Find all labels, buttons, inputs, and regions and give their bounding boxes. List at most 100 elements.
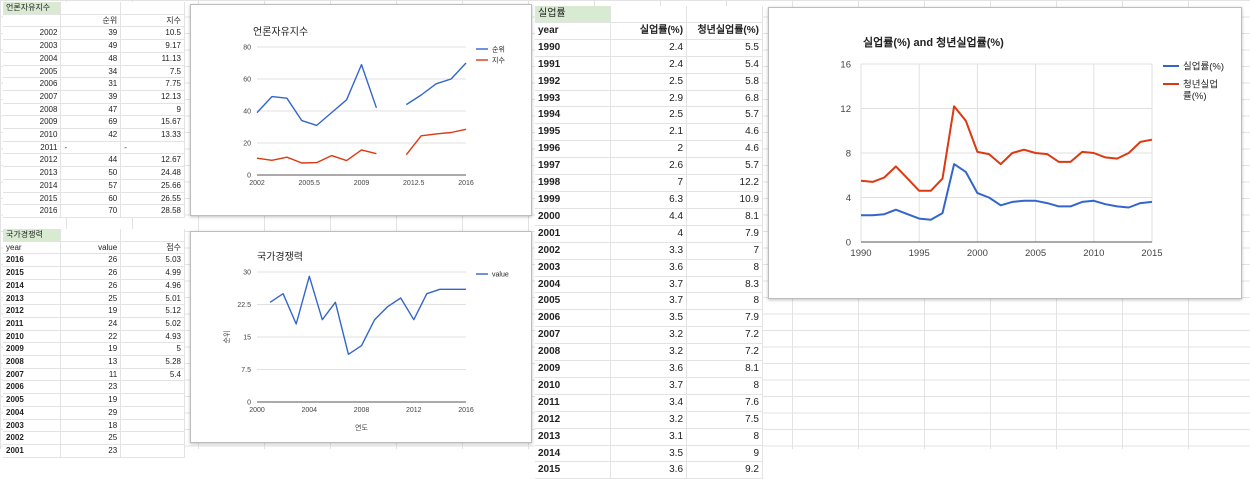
table-cell[interactable]: 25.66 [121, 179, 185, 192]
header-cell[interactable]: 청년실업률(%) [687, 22, 763, 39]
table-cell[interactable] [121, 394, 185, 407]
table-cell[interactable]: 11.13 [121, 52, 185, 65]
table-cell[interactable]: 13.33 [121, 129, 185, 142]
table-cell[interactable]: 1992 [535, 73, 611, 90]
table-cell[interactable]: 48 [61, 52, 121, 65]
table-cell[interactable]: 2.5 [611, 73, 687, 90]
table-cell[interactable]: 7.2 [687, 327, 763, 344]
header-cell[interactable]: year [3, 241, 61, 254]
table-cell[interactable]: 8 [687, 428, 763, 445]
table-cell[interactable]: 2013 [535, 428, 611, 445]
table-cell[interactable]: 19 [61, 305, 121, 318]
table-cell[interactable]: 2.5 [611, 107, 687, 124]
table-cell[interactable]: 2007 [3, 90, 61, 103]
table-cell[interactable]: 5.28 [121, 356, 185, 369]
table-cell[interactable]: 5.02 [121, 317, 185, 330]
table-cell[interactable]: 2013 [3, 292, 61, 305]
table-cell[interactable]: 1998 [535, 175, 611, 192]
table-cell[interactable]: 3.5 [611, 310, 687, 327]
table-cell[interactable]: 4.99 [121, 267, 185, 280]
table-cell[interactable]: 12.2 [687, 175, 763, 192]
table-cell[interactable]: 1991 [535, 56, 611, 73]
competitiveness-chart[interactable]: 국가경쟁력07.51522.53020002004200820122016연도순… [190, 231, 532, 443]
table-cell[interactable]: 10.9 [687, 191, 763, 208]
table-cell[interactable]: 2004 [535, 276, 611, 293]
table-cell[interactable]: 2002 [3, 432, 61, 445]
table-cell[interactable]: 7.2 [687, 344, 763, 361]
table-cell[interactable]: 7 [611, 175, 687, 192]
table-cell[interactable]: 39 [61, 90, 121, 103]
table-cell[interactable]: 2.4 [611, 39, 687, 56]
table-cell[interactable]: 2005 [3, 394, 61, 407]
table-cell[interactable]: 28.58 [121, 205, 185, 218]
table-cell[interactable] [121, 406, 185, 419]
header-cell[interactable]: 지수 [121, 14, 185, 27]
table-cell[interactable]: 2006 [3, 381, 61, 394]
table-cell[interactable]: 8 [687, 293, 763, 310]
table-cell[interactable]: 2015 [3, 192, 61, 205]
table-cell[interactable]: - [61, 141, 121, 154]
table-cell[interactable]: 2002 [3, 27, 61, 40]
table-cell[interactable]: 69 [61, 116, 121, 129]
table-cell[interactable]: 2009 [535, 361, 611, 378]
table-cell[interactable]: 2011 [535, 394, 611, 411]
table-cell[interactable] [121, 444, 185, 457]
table-cell[interactable]: 15.67 [121, 116, 185, 129]
table-cell[interactable]: 1997 [535, 158, 611, 175]
table-cell[interactable]: 10.5 [121, 27, 185, 40]
table-cell[interactable]: 5.01 [121, 292, 185, 305]
table-cell[interactable]: 2001 [535, 225, 611, 242]
table-cell[interactable]: 57 [61, 179, 121, 192]
table-cell[interactable]: 19 [61, 394, 121, 407]
table-cell[interactable]: 3.4 [611, 394, 687, 411]
table-cell[interactable]: 3.1 [611, 428, 687, 445]
table-cell[interactable]: 7.9 [687, 310, 763, 327]
table-cell[interactable]: 5.7 [687, 158, 763, 175]
table-cell[interactable]: 7.75 [121, 78, 185, 91]
table-cell[interactable]: 2008 [3, 103, 61, 116]
table-cell[interactable]: 12.13 [121, 90, 185, 103]
table-cell[interactable]: 1993 [535, 90, 611, 107]
table-cell[interactable]: 2010 [3, 129, 61, 142]
press-freedom-chart[interactable]: 언론자유지수02040608020022005.520092012.52016순… [190, 4, 532, 216]
table-cell[interactable]: 44 [61, 154, 121, 167]
table-cell[interactable]: 3.6 [611, 361, 687, 378]
cell[interactable] [121, 2, 185, 14]
table-cell[interactable]: 4.6 [687, 124, 763, 141]
table-cell[interactable]: 2001 [3, 444, 61, 457]
table-cell[interactable]: 2008 [535, 344, 611, 361]
table-cell[interactable]: 13 [61, 356, 121, 369]
table-cell[interactable]: 2013 [3, 167, 61, 180]
table-cell[interactable]: 2012 [535, 411, 611, 428]
table-cell[interactable]: 1995 [535, 124, 611, 141]
table-cell[interactable]: 2003 [3, 419, 61, 432]
table-cell[interactable]: 3.5 [611, 445, 687, 462]
table-title-cell[interactable]: 실업률 [535, 6, 611, 22]
table-cell[interactable]: 2006 [535, 310, 611, 327]
table-cell[interactable]: 7.6 [687, 394, 763, 411]
table-cell[interactable]: 2003 [3, 40, 61, 53]
table-cell[interactable]: 5.12 [121, 305, 185, 318]
table-cell[interactable]: 2.9 [611, 90, 687, 107]
table-cell[interactable]: 4.93 [121, 330, 185, 343]
table-title-cell[interactable]: 국가경쟁력 [3, 229, 61, 241]
table-cell[interactable]: 2014 [3, 179, 61, 192]
table-cell[interactable]: 6.3 [611, 191, 687, 208]
cell[interactable] [121, 229, 185, 241]
table-cell[interactable]: 25 [61, 432, 121, 445]
table-cell[interactable]: 2007 [3, 368, 61, 381]
table-cell[interactable]: 2009 [3, 343, 61, 356]
table-cell[interactable]: 3.2 [611, 411, 687, 428]
table-cell[interactable] [121, 432, 185, 445]
table-cell[interactable]: 3.2 [611, 344, 687, 361]
table-cell[interactable]: 5.4 [687, 56, 763, 73]
cell[interactable] [611, 6, 687, 22]
table-cell[interactable]: 49 [61, 40, 121, 53]
table-cell[interactable]: 2002 [535, 242, 611, 259]
table-cell[interactable]: 8 [687, 259, 763, 276]
table-cell[interactable]: 3.2 [611, 327, 687, 344]
table-cell[interactable]: 2.6 [611, 158, 687, 175]
table-cell[interactable]: 42 [61, 129, 121, 142]
table-cell[interactable]: 9 [121, 103, 185, 116]
table-cell[interactable]: 7.9 [687, 225, 763, 242]
